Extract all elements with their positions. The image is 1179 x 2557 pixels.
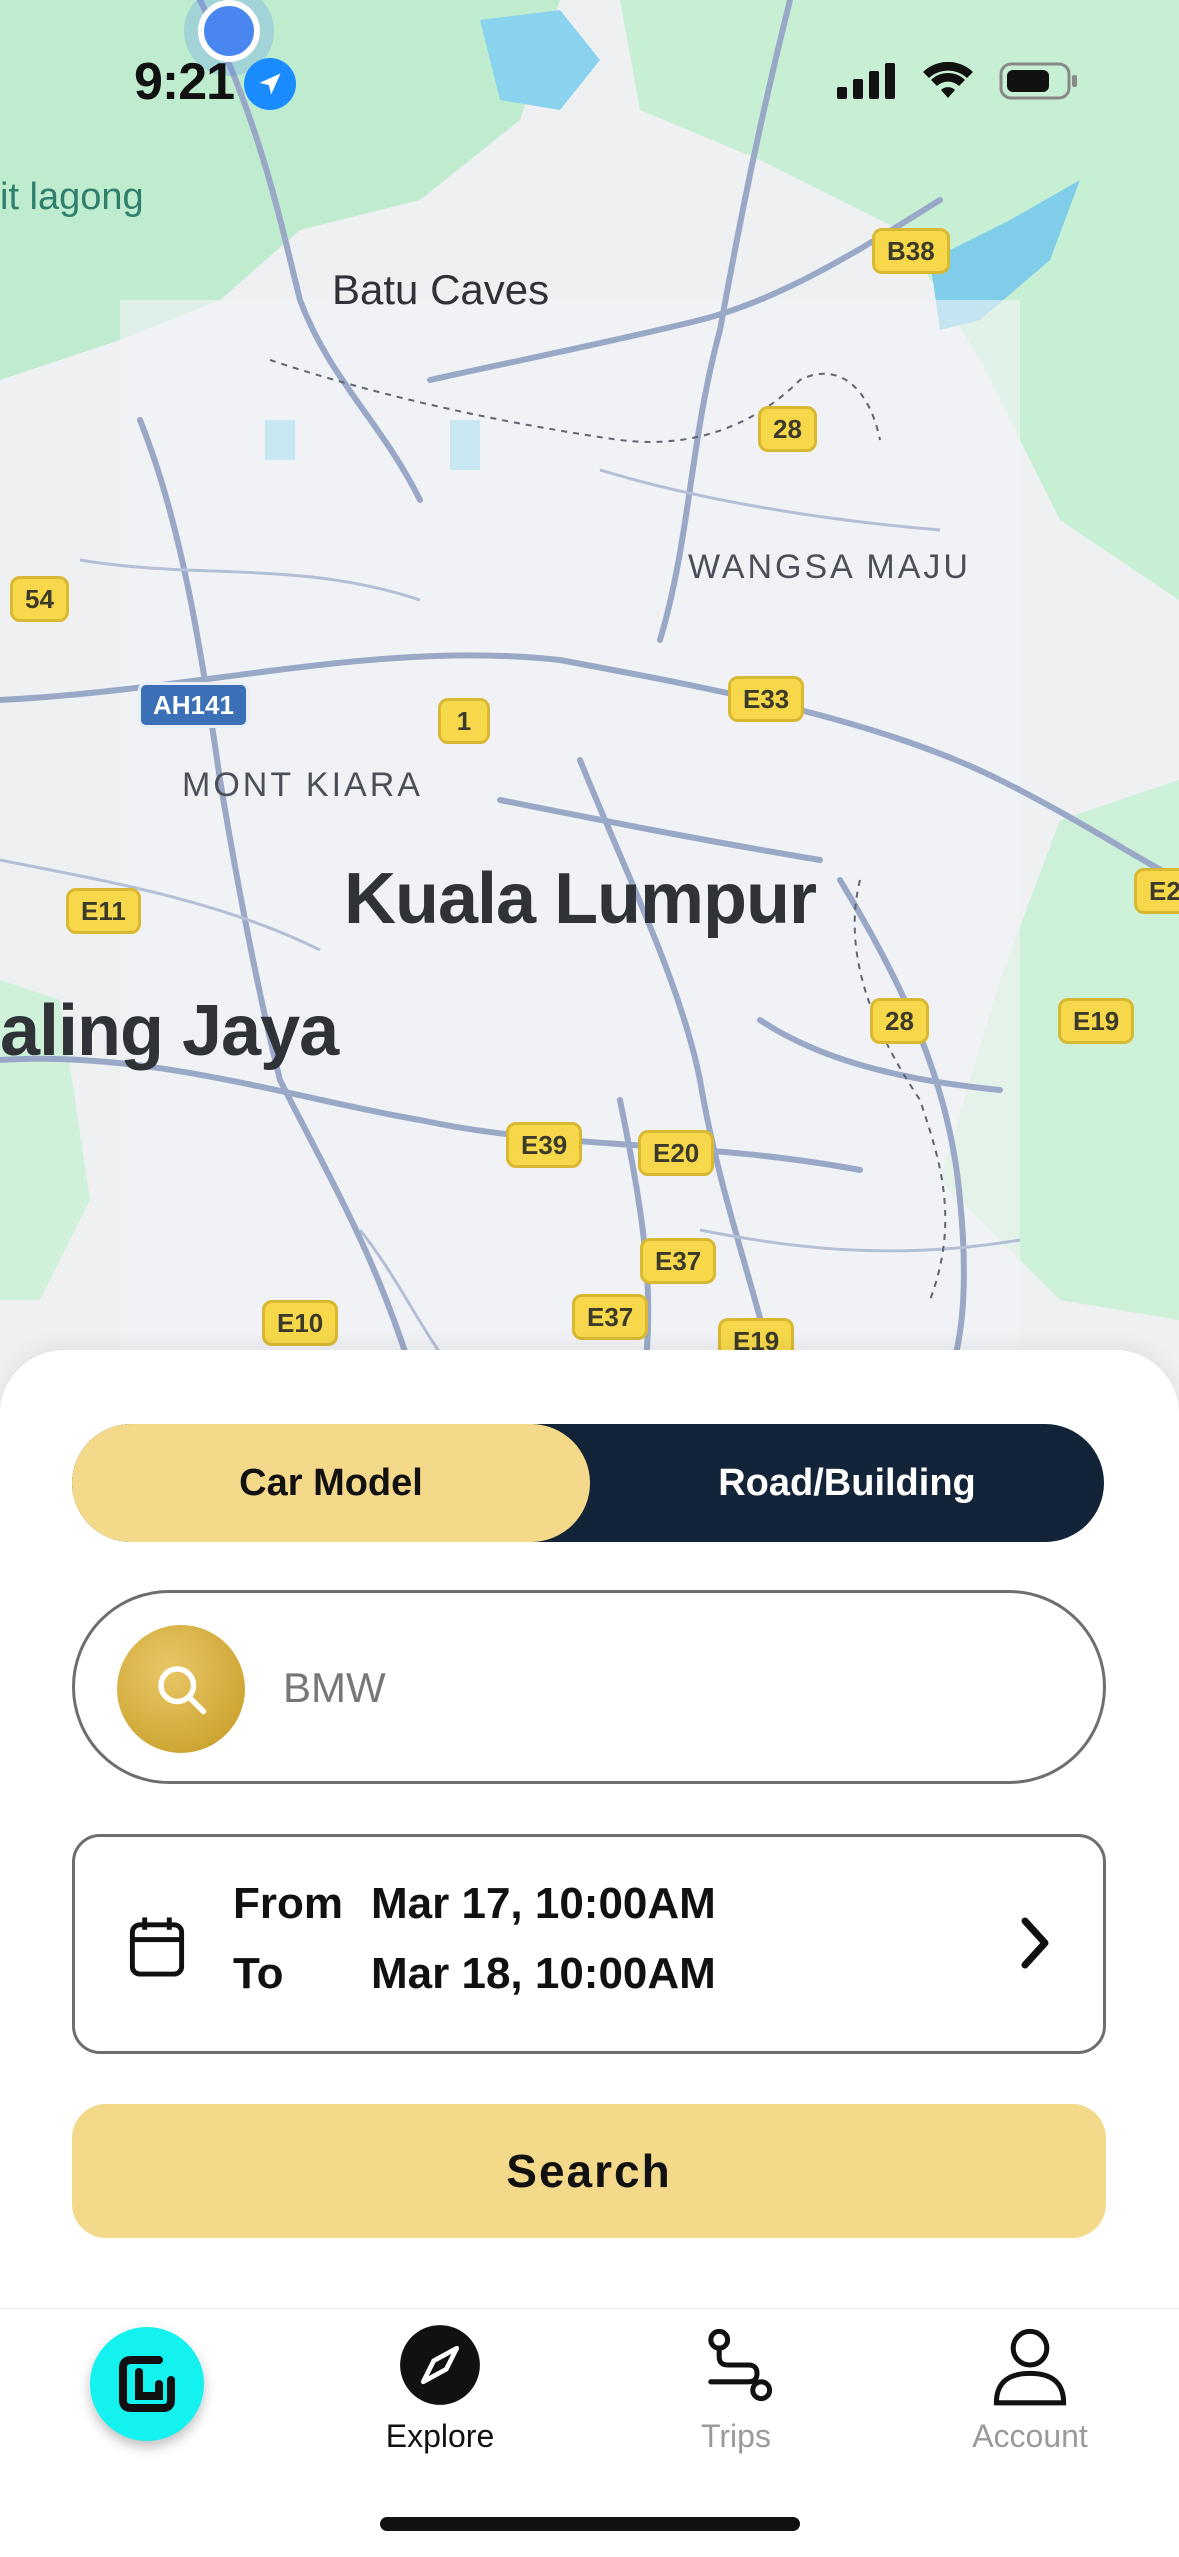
search-input[interactable]	[281, 1637, 1065, 1739]
route-shield-e33: E33	[728, 676, 805, 722]
home-indicator	[380, 2517, 800, 2531]
search-icon[interactable]	[117, 1625, 245, 1753]
map-view[interactable]: it lagong Batu Caves WANGSA MAJU MONT KI…	[0, 0, 1179, 1400]
tab-account-label: Account	[972, 2418, 1088, 2454]
route-shield-e37b: E37	[572, 1294, 649, 1340]
search-mode-toggle: Car Model Road/Building	[72, 1424, 1104, 1542]
date-from-row: From Mar 17, 10:00AM	[233, 1879, 716, 1929]
route-shield-54: 54	[10, 576, 69, 622]
map-label-park: it lagong	[0, 176, 144, 218]
status-bar: 9:21	[0, 0, 1179, 150]
route-shield-e39: E39	[506, 1122, 583, 1168]
system-icons	[837, 62, 1079, 100]
status-time: 9:21	[134, 53, 235, 111]
brand-logo-icon	[119, 2356, 175, 2412]
route-shield-e37: E37	[640, 1238, 717, 1284]
route-shield-e20: E20	[638, 1130, 715, 1176]
tab-trips[interactable]: Trips	[636, 2323, 836, 2455]
route-shield-28: 28	[758, 406, 817, 452]
route-shield-e10: E10	[262, 1300, 339, 1346]
compass-icon	[400, 2325, 480, 2405]
map-label-kuala-lumpur: Kuala Lumpur	[344, 859, 817, 939]
route-shield-e11: E11	[66, 888, 141, 934]
person-icon	[993, 2328, 1067, 2406]
route-shield-1: 1	[438, 698, 490, 744]
date-to-row: To Mar 18, 10:00AM	[233, 1949, 716, 1999]
map-label-wangsa-maju: WANGSA MAJU	[688, 548, 971, 586]
date-to-value: Mar 18, 10:00AM	[371, 1949, 716, 1998]
battery-icon	[999, 62, 1077, 100]
route-shield-e2: E2	[1134, 868, 1179, 914]
chevron-right-icon	[1021, 1917, 1049, 1969]
route-shield-e19: E19	[1058, 998, 1135, 1044]
tab-trips-label: Trips	[701, 2418, 771, 2454]
brand-logo-button[interactable]	[90, 2327, 204, 2441]
date-from-value: Mar 17, 10:00AM	[371, 1879, 716, 1928]
search-button[interactable]: Search	[72, 2104, 1106, 2238]
route-shield-28b: 28	[870, 998, 929, 1044]
route-shield-ah141: AH141	[138, 682, 249, 728]
tab-account[interactable]: Account	[930, 2323, 1130, 2455]
date-from-label: From	[233, 1879, 343, 1928]
date-to-label: To	[233, 1949, 284, 1998]
calendar-icon	[129, 1917, 185, 1977]
toggle-car-model[interactable]: Car Model	[72, 1424, 590, 1542]
map-label-petaling-jaya: aling Jaya	[0, 991, 339, 1071]
search-sheet: Car Model Road/Building From Mar 17, 10:…	[0, 1350, 1179, 2310]
wifi-icon	[923, 62, 973, 98]
search-field[interactable]	[72, 1590, 1106, 1784]
tab-explore[interactable]: Explore	[340, 2323, 540, 2455]
location-arrow-icon	[244, 58, 296, 110]
cellular-signal-icon	[837, 63, 895, 99]
map-label-mont-kiara: MONT KIARA	[182, 766, 423, 804]
map-label-batu-caves: Batu Caves	[332, 266, 550, 313]
toggle-road-building[interactable]: Road/Building	[590, 1424, 1104, 1542]
date-range-picker[interactable]: From Mar 17, 10:00AM To Mar 18, 10:00AM	[72, 1834, 1106, 2054]
route-shield-b38: B38	[872, 228, 950, 274]
route-icon	[708, 2328, 773, 2402]
tab-explore-label: Explore	[385, 2418, 495, 2454]
tab-bar: Explore Trips Account	[0, 2308, 1179, 2557]
